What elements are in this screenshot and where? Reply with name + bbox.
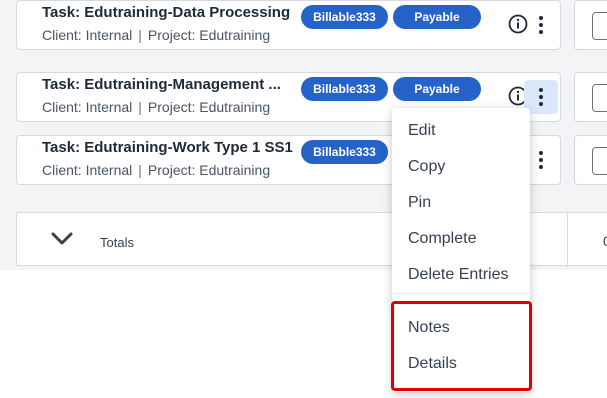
- menu-item-notes[interactable]: Notes: [408, 319, 450, 337]
- task-title: Task: Edutraining-Data Processing: [42, 4, 291, 21]
- time-entry-cell[interactable]: [574, 135, 607, 185]
- more-vertical-icon: [539, 15, 543, 36]
- client-label: Client: Internal: [42, 162, 133, 178]
- more-vertical-icon: [539, 87, 543, 108]
- project-label: Project: Edutraining: [147, 27, 271, 43]
- menu-divider: [392, 293, 530, 294]
- billable-badge: Billable333: [301, 77, 388, 101]
- menu-item-copy[interactable]: Copy: [408, 158, 445, 176]
- time-entry-cell[interactable]: [574, 0, 607, 50]
- payable-badge: Payable: [393, 5, 481, 29]
- meta-separator: |: [138, 27, 142, 43]
- task-meta: Client: Internal | Project: Edutraining: [42, 27, 270, 43]
- time-entry-cell[interactable]: [574, 72, 607, 122]
- task-title: Task: Edutraining-Management ...: [42, 76, 281, 93]
- billable-badge: Billable333: [301, 5, 388, 29]
- task-title: Task: Edutraining-Work Type 1 SS1: [42, 139, 293, 156]
- more-actions-button[interactable]: [524, 8, 558, 42]
- totals-label: Totals: [100, 235, 134, 250]
- client-label: Client: Internal: [42, 27, 133, 43]
- project-label: Project: Edutraining: [147, 99, 271, 115]
- totals-value: 0: [603, 233, 607, 249]
- task-row[interactable]: Task: Edutraining-Data Processing Client…: [16, 0, 561, 50]
- meta-separator: |: [138, 162, 142, 178]
- time-entry-input[interactable]: [592, 12, 607, 40]
- menu-item-complete[interactable]: Complete: [408, 230, 476, 248]
- billable-badge: Billable333: [301, 140, 388, 164]
- payable-badge: Payable: [393, 77, 481, 101]
- time-entry-input[interactable]: [592, 84, 607, 112]
- project-label: Project: Edutraining: [147, 162, 271, 178]
- menu-item-details[interactable]: Details: [408, 355, 457, 373]
- totals-divider: [567, 213, 568, 267]
- menu-item-edit[interactable]: Edit: [408, 122, 436, 140]
- more-vertical-icon: [539, 150, 543, 171]
- chevron-down-icon[interactable]: [51, 232, 73, 246]
- time-entry-input[interactable]: [592, 147, 607, 175]
- client-label: Client: Internal: [42, 99, 133, 115]
- task-meta: Client: Internal | Project: Edutraining: [42, 162, 270, 178]
- menu-item-pin[interactable]: Pin: [408, 194, 431, 212]
- meta-separator: |: [138, 99, 142, 115]
- menu-item-delete-entries[interactable]: Delete Entries: [408, 266, 509, 284]
- row-actions-menu: Edit Copy Pin Complete Delete Entries No…: [392, 108, 530, 392]
- task-meta: Client: Internal | Project: Edutraining: [42, 99, 270, 115]
